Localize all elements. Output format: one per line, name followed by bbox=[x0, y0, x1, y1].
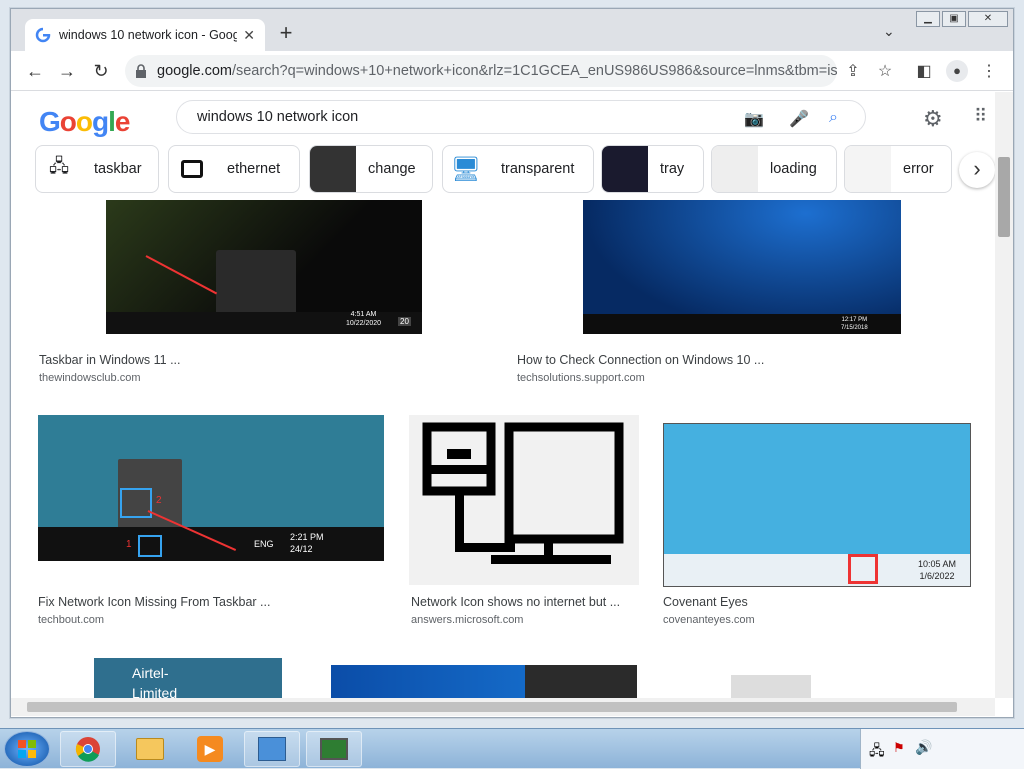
result-title: How to Check Connection on Windows 10 ..… bbox=[517, 353, 765, 367]
gear-icon[interactable]: ⚙ bbox=[923, 106, 943, 132]
result-image[interactable]: 10:05 AM 1/6/2022 bbox=[663, 423, 971, 587]
tab-title: windows 10 network icon - Goog bbox=[59, 28, 238, 42]
result-card[interactable]: 12:17 PM 7/15/2018 How to Check Connectio… bbox=[511, 200, 971, 385]
result-card[interactable]: Network Icon shows no internet but ... a… bbox=[409, 415, 639, 635]
result-source: techsolutions.support.com bbox=[517, 372, 645, 384]
url-domain: google.com bbox=[157, 63, 232, 79]
monitor-icon bbox=[320, 738, 348, 760]
result-image[interactable] bbox=[331, 665, 637, 698]
close-window-button[interactable]: ✕ bbox=[968, 11, 1008, 27]
horizontal-scrollbar[interactable] bbox=[11, 698, 995, 716]
result-card[interactable]: Airtel- Limited bbox=[34, 655, 304, 698]
media-player-icon: ▶ bbox=[197, 736, 223, 762]
new-tab-button[interactable]: + bbox=[274, 21, 298, 45]
taskbar: ▶ 🖧 ⚑ 🔊 bbox=[0, 728, 1024, 769]
result-image[interactable]: 4:51 AM 10/22/2020 20 bbox=[106, 200, 422, 334]
forward-button[interactable]: → bbox=[55, 59, 79, 83]
chip-ethernet[interactable]: ethernet bbox=[168, 145, 300, 193]
result-card[interactable] bbox=[671, 655, 971, 698]
profile-icon[interactable]: ● bbox=[946, 60, 968, 82]
bookmark-star-icon[interactable]: ☆ bbox=[875, 61, 895, 81]
reload-button[interactable]: ↻ bbox=[89, 59, 113, 83]
chip-tray[interactable]: tray bbox=[601, 145, 704, 193]
result-image[interactable] bbox=[731, 675, 811, 698]
chevron-down-icon[interactable]: ⌄ bbox=[883, 23, 895, 40]
result-source: answers.microsoft.com bbox=[411, 614, 524, 626]
lock-icon bbox=[136, 64, 146, 78]
url-path: /search?q=windows+10+network+icon&rlz=1C… bbox=[231, 63, 837, 79]
chip-transparent[interactable]: 🖥 transparent bbox=[442, 145, 594, 193]
thumbnail bbox=[712, 146, 758, 192]
folder-icon bbox=[136, 738, 164, 760]
thumbnail bbox=[602, 146, 648, 192]
taskbar-control-panel[interactable] bbox=[244, 731, 300, 767]
thumbnail bbox=[845, 146, 891, 192]
network-icon: 🖧 bbox=[48, 156, 70, 176]
image-results: 4:51 AM 10/22/2020 20 Taskbar in Windows … bbox=[11, 200, 995, 698]
result-title: Fix Network Icon Missing From Taskbar ..… bbox=[38, 595, 271, 609]
system-tray: 🖧 ⚑ 🔊 bbox=[860, 729, 1024, 769]
menu-kebab-icon[interactable]: ⋮ bbox=[979, 61, 999, 81]
action-center-icon[interactable]: ⚑ bbox=[893, 740, 905, 756]
result-title: Taskbar in Windows 11 ... bbox=[39, 353, 181, 367]
taskbar-chrome[interactable] bbox=[60, 731, 116, 767]
taskbar-network[interactable] bbox=[306, 731, 362, 767]
result-source: thewindowsclub.com bbox=[39, 372, 141, 384]
result-image[interactable] bbox=[409, 415, 639, 585]
address-bar[interactable]: google.com/search?q=windows+10+network+i… bbox=[125, 55, 837, 87]
vertical-scrollbar[interactable] bbox=[995, 92, 1013, 698]
maximize-button[interactable]: ▣ bbox=[942, 11, 966, 27]
chip-change[interactable]: change bbox=[309, 145, 433, 193]
camera-icon[interactable]: 📷 bbox=[744, 109, 764, 129]
result-image[interactable]: Airtel- Limited bbox=[94, 658, 282, 698]
chip-loading[interactable]: loading bbox=[711, 145, 837, 193]
chip-error[interactable]: error bbox=[844, 145, 952, 193]
result-title: Network Icon shows no internet but ... bbox=[411, 595, 621, 609]
search-icon[interactable]: ⌕ bbox=[829, 109, 838, 127]
chrome-icon bbox=[75, 737, 100, 762]
google-favicon-icon bbox=[35, 27, 51, 43]
result-source: covenanteyes.com bbox=[663, 614, 755, 626]
taskbar-explorer[interactable] bbox=[122, 731, 178, 767]
result-card[interactable]: 1 2 ENG 2:21 PM 24/12 Fix Network Icon Mi… bbox=[34, 415, 389, 635]
taskbar-media-player[interactable]: ▶ bbox=[182, 731, 238, 767]
close-tab-icon[interactable]: ✕ bbox=[243, 27, 255, 44]
filter-chips: 🖧 taskbar ethernet change 🖥 transparent … bbox=[35, 145, 965, 195]
browser-tab[interactable]: windows 10 network icon - Goog ✕ bbox=[25, 19, 265, 51]
result-source: techbout.com bbox=[38, 614, 105, 626]
result-image[interactable]: 12:17 PM 7/15/2018 bbox=[583, 200, 901, 334]
start-button[interactable] bbox=[4, 731, 50, 767]
network-icon[interactable]: 🖧 bbox=[869, 740, 885, 764]
back-button[interactable]: ← bbox=[23, 59, 47, 83]
side-panel-icon[interactable]: ◧ bbox=[914, 61, 934, 81]
toolbar: ← → ↻ google.com/search?q=windows+10+net… bbox=[11, 51, 1013, 91]
chip-taskbar[interactable]: 🖧 taskbar bbox=[35, 145, 159, 193]
result-card[interactable]: 10:05 AM 1/6/2022 Covenant Eyes covenante… bbox=[661, 415, 971, 635]
windows-logo-icon bbox=[18, 740, 36, 758]
google-logo[interactable]: Google bbox=[39, 106, 130, 138]
result-image[interactable]: 1 2 ENG 2:21 PM 24/12 bbox=[38, 415, 384, 561]
control-panel-icon bbox=[258, 737, 286, 761]
globe-monitor-icon: 🖥 bbox=[450, 155, 482, 183]
title-bar: windows 10 network icon - Goog ✕ + ⌄ ▁ ▣… bbox=[11, 9, 1013, 51]
search-query: windows 10 network icon bbox=[197, 109, 359, 125]
result-title: Covenant Eyes bbox=[663, 595, 748, 609]
browser-window: windows 10 network icon - Goog ✕ + ⌄ ▁ ▣… bbox=[10, 8, 1014, 718]
minimize-button[interactable]: ▁ bbox=[916, 11, 940, 27]
share-icon[interactable]: ⇪ bbox=[843, 61, 863, 81]
volume-icon[interactable]: 🔊 bbox=[915, 739, 932, 756]
ethernet-icon bbox=[169, 146, 215, 192]
microphone-icon[interactable]: 🎤 bbox=[789, 109, 809, 129]
thumbnail bbox=[310, 146, 356, 192]
apps-grid-icon[interactable]: ⠿ bbox=[974, 106, 987, 127]
result-card[interactable]: 4:51 AM 10/22/2020 20 Taskbar in Windows … bbox=[34, 200, 494, 385]
google-header: Google windows 10 network icon 📷 🎤 ⌕ ⚙ ⠿… bbox=[11, 92, 995, 200]
network-monitor-icon bbox=[422, 422, 624, 564]
chevron-right-icon[interactable]: › bbox=[959, 152, 995, 188]
result-card[interactable] bbox=[319, 655, 649, 698]
